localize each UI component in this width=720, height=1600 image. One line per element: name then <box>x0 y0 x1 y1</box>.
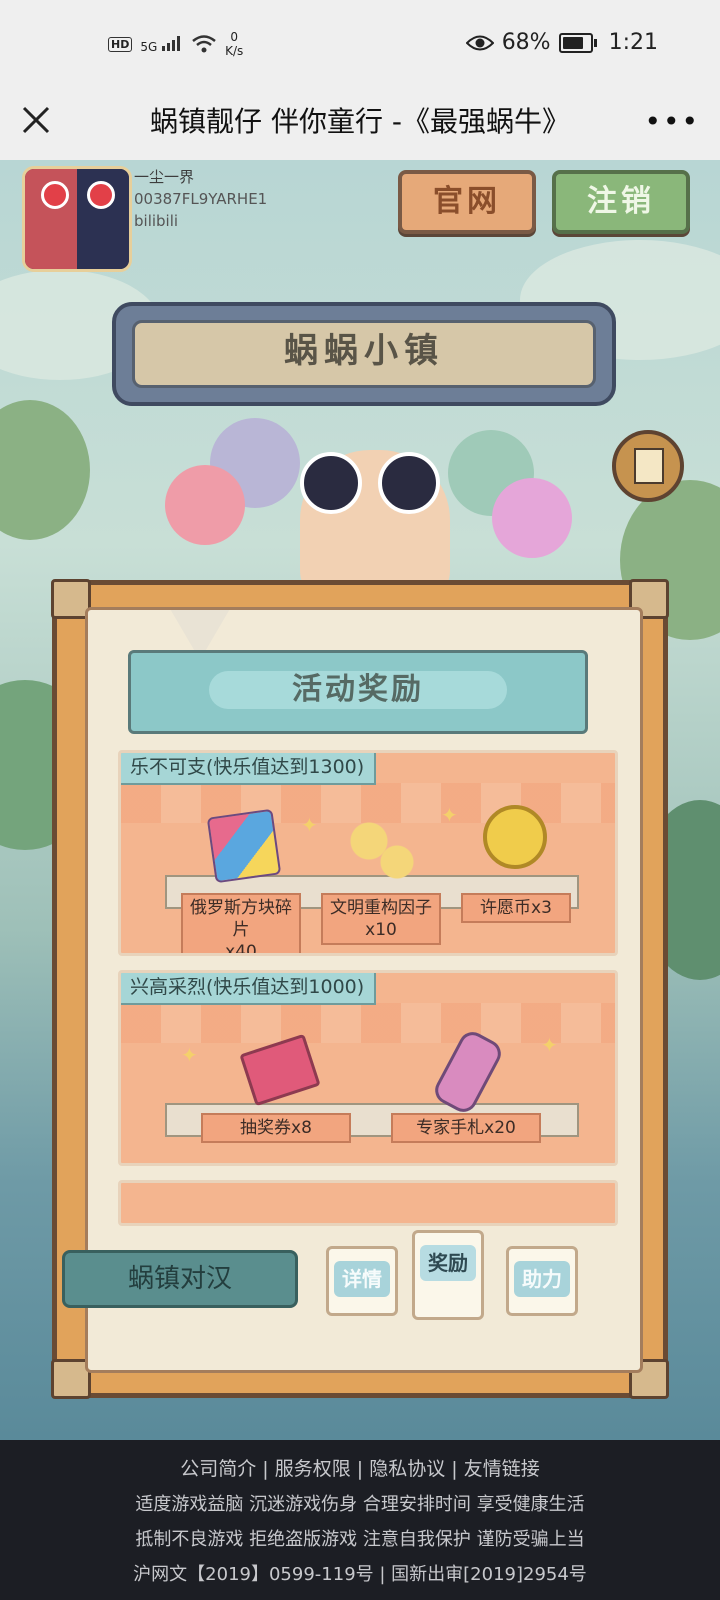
reward-item[interactable]: 许愿币x3 <box>461 793 571 943</box>
status-left: HD 5G 0 K/s <box>108 30 243 58</box>
reward-item-label: 文明重构因子 <box>330 898 432 918</box>
tetris-cube-icon <box>206 808 282 884</box>
panel-header: 活动奖励 <box>128 650 588 734</box>
more-menu-icon[interactable]: ••• <box>644 105 700 138</box>
reward-item-label: 抽奖券x8 <box>240 1118 312 1138</box>
footer-links[interactable]: 公司简介 | 服务权限 | 隐私协议 | 友情链接 <box>0 1452 720 1487</box>
battery-percent: 68% <box>501 30 551 55</box>
sparkle-icon: ✦ <box>181 1043 198 1067</box>
town-sign: 蜗蜗小镇 <box>112 302 616 406</box>
balloon-decoration <box>492 478 572 558</box>
user-info: 一尘一界 00387FL9YARHE1 bilibili <box>134 166 267 232</box>
status-bar: HD 5G 0 K/s 68% 1:21 <box>0 0 720 90</box>
balloon-decoration <box>165 465 245 545</box>
reward-section: 兴高采烈(快乐值达到1000) 抽奖券x8 专家手札x20 ✦ ✦ <box>118 970 618 1166</box>
sparkle-icon: ✦ <box>541 1033 558 1057</box>
sunglasses-decoration <box>300 452 362 514</box>
tab-assist[interactable]: 助力 <box>506 1246 578 1316</box>
orb-factor-icon <box>341 813 421 883</box>
wish-coin-icon <box>483 805 547 869</box>
bottom-tabs: 详情 奖励 助力 <box>0 1230 720 1350</box>
page-title: 蜗镇靓仔 伴你童行 -《最强蜗牛》 <box>150 105 570 138</box>
clock: 1:21 <box>608 30 658 55</box>
reward-item[interactable]: 文明重构因子 x10 <box>321 793 441 945</box>
expert-handbook-icon <box>430 1027 506 1117</box>
reward-section-partial <box>118 1180 618 1226</box>
footer-notice-2: 抵制不良游戏 拒绝盗版游戏 注意自我保护 谨防受骗上当 <box>135 1529 585 1550</box>
user-id: 00387FL9YARHE1 <box>134 190 268 208</box>
section-title: 兴高采烈(快乐值达到1000) <box>121 973 377 1005</box>
nav-bar: 蜗镇靓仔 伴你童行 -《最强蜗牛》 ••• <box>0 90 720 160</box>
status-right: 68% 1:21 <box>465 30 658 55</box>
wifi-icon <box>192 35 216 53</box>
lottery-ticket-icon <box>239 1033 321 1107</box>
eye-icon <box>465 35 494 50</box>
battery-icon <box>558 32 597 53</box>
tab-rewards[interactable]: 奖励 <box>412 1230 484 1320</box>
reward-item-label: 许愿币x3 <box>480 898 552 918</box>
game-canvas: 一尘一界 00387FL9YARHE1 bilibili 官网 注销 蜗蜗小镇 … <box>0 160 720 1440</box>
tree-decoration <box>0 400 90 540</box>
reward-item-qty: x40 <box>225 942 257 956</box>
net-speed: 0 K/s <box>225 30 244 58</box>
sunglasses-decoration <box>378 452 440 514</box>
footer-license: 沪网文【2019】0599-119号 | 国新出审[2019]2954号 <box>133 1564 587 1585</box>
footer-notice-1: 适度游戏益脑 沉迷游戏伤身 合理安排时间 享受健康生活 <box>135 1494 585 1515</box>
notes-button[interactable] <box>612 430 684 502</box>
website-button[interactable]: 官网 <box>398 170 536 234</box>
panel-title: 活动奖励 <box>209 671 507 709</box>
sparkle-icon: ✦ <box>441 803 458 827</box>
reward-section: 乐不可支(快乐值达到1300) 俄罗斯方块碎片 x40 文明重构因子 x10 许… <box>118 750 618 956</box>
user-name: 一尘一界 <box>134 168 195 186</box>
sparkle-icon: ✦ <box>301 813 318 837</box>
signal-icon: 5G <box>140 35 183 54</box>
tab-details[interactable]: 详情 <box>326 1246 398 1316</box>
town-sign-label: 蜗蜗小镇 <box>132 320 596 388</box>
footer: 公司简介 | 服务权限 | 隐私协议 | 友情链接 适度游戏益脑 沉迷游戏伤身 … <box>0 1440 720 1600</box>
avatar[interactable] <box>22 166 132 272</box>
reward-item-qty: x10 <box>365 920 397 940</box>
section-title: 乐不可支(快乐值达到1300) <box>121 753 377 785</box>
logout-button[interactable]: 注销 <box>552 170 690 234</box>
hd-icon: HD <box>108 36 133 52</box>
reward-item[interactable]: 抽奖券x8 <box>201 1013 351 1163</box>
user-platform: bilibili <box>134 212 179 230</box>
reward-item[interactable]: 俄罗斯方块碎片 x40 <box>181 793 301 953</box>
reward-item-label: 俄罗斯方块碎片 <box>190 898 292 940</box>
reward-item[interactable]: 专家手札x20 <box>391 1013 541 1163</box>
signal-bars-icon <box>162 35 181 51</box>
reward-item-label: 专家手札x20 <box>416 1118 516 1138</box>
